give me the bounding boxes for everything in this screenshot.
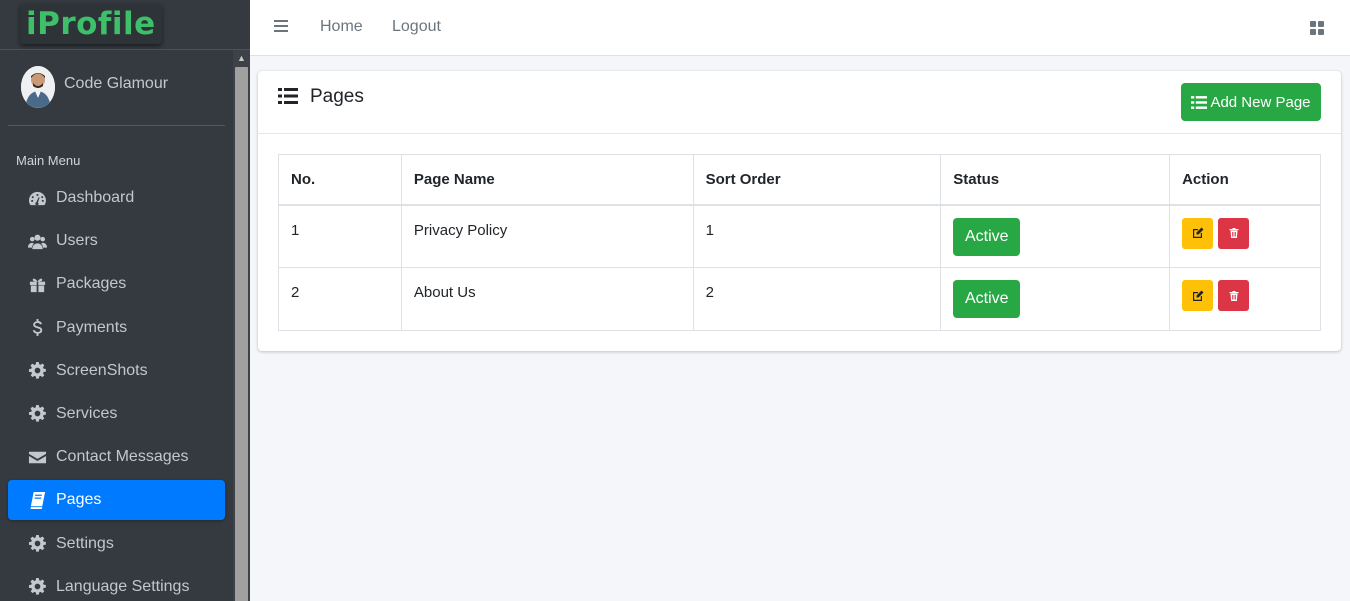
nav-link-home[interactable]: Home <box>320 18 363 36</box>
page-title: Pages <box>310 86 364 107</box>
cell-action <box>1169 267 1321 331</box>
cell-sort-order: 2 <box>692 267 942 331</box>
delete-button[interactable] <box>1218 280 1250 311</box>
trash-icon <box>1229 290 1239 301</box>
menu-header: Main Menu <box>16 153 81 168</box>
cell-status: Active <box>940 267 1171 331</box>
table-header-row: No. Page Name Sort Order Status Action <box>278 154 1321 206</box>
pages-table: No. Page Name Sort Order Status Action 1… <box>278 154 1321 331</box>
dashboard-icon <box>26 188 48 208</box>
delete-button[interactable] <box>1218 217 1250 249</box>
cell-no: 2 <box>278 267 402 331</box>
sidebar-item-users[interactable]: Users <box>8 221 225 261</box>
sidebar-item-label: Packages <box>56 275 127 293</box>
cell-sort-order: 1 <box>692 204 942 268</box>
sidebar-item-label: Settings <box>56 534 114 552</box>
user-name[interactable]: Code Glamour <box>64 75 168 93</box>
gift-icon <box>26 274 48 294</box>
scrollbar-thumb[interactable] <box>235 67 248 601</box>
sidebar-scrollbar[interactable]: ▲ <box>233 50 250 601</box>
gear-icon <box>26 577 48 597</box>
pages-card: Pages Add New Page No. Page Name Sort Or… <box>258 71 1341 351</box>
sidebar-item-label: Language Settings <box>56 577 190 595</box>
gear-icon <box>26 534 48 554</box>
sidebar-nav: Dashboard Users Packages Payments Screen… <box>8 178 225 601</box>
add-new-page-button[interactable]: Add New Page <box>1181 83 1321 121</box>
add-new-page-label: Add New Page <box>1210 93 1311 111</box>
menu-toggle-icon[interactable] <box>274 20 288 34</box>
sidebar-item-label: Users <box>56 232 98 250</box>
sidebar-item-services[interactable]: Services <box>8 394 225 434</box>
column-header: Page Name <box>400 154 694 206</box>
envelope-icon <box>26 447 48 467</box>
users-icon <box>26 231 48 251</box>
user-panel: Code Glamour <box>8 50 225 126</box>
edit-icon <box>1192 290 1204 301</box>
brand: iProfile <box>0 0 250 50</box>
cell-page-name: Privacy Policy <box>400 204 694 268</box>
list-icon <box>278 88 298 104</box>
list-icon <box>1191 95 1208 109</box>
sidebar-item-screenshots[interactable]: ScreenShots <box>8 351 225 391</box>
sidebar-item-pages[interactable]: Pages <box>8 480 225 521</box>
sidebar-item-packages[interactable]: Packages <box>8 264 225 304</box>
cell-status: Active <box>940 204 1171 268</box>
sidebar-item-label: Pages <box>56 491 102 509</box>
sidebar-item-label: Services <box>56 404 118 422</box>
brand-logo[interactable]: iProfile <box>20 4 162 44</box>
sidebar-item-label: Dashboard <box>56 189 135 206</box>
scroll-up-icon[interactable]: ▲ <box>233 50 250 66</box>
sidebar-item-settings[interactable]: Settings <box>8 524 225 564</box>
sidebar-item-payments[interactable]: Payments <box>8 308 225 348</box>
column-header: Action <box>1169 154 1321 206</box>
table-row: 2 About Us 2 Active <box>278 267 1321 331</box>
edit-button[interactable] <box>1182 217 1214 249</box>
sidebar-item-contact-messages[interactable]: Contact Messages <box>8 437 225 477</box>
top-navbar: Home Logout <box>250 0 1350 56</box>
sidebar-item-dashboard[interactable]: Dashboard <box>8 178 225 218</box>
trash-icon <box>1229 228 1239 238</box>
column-header: No. <box>278 154 402 206</box>
edit-button[interactable] <box>1182 280 1214 311</box>
sidebar-item-label: Payments <box>56 318 128 336</box>
edit-icon <box>1192 227 1204 238</box>
book-icon <box>26 490 48 510</box>
column-header: Sort Order <box>692 154 942 206</box>
status-button[interactable]: Active <box>953 280 1021 318</box>
sidebar-item-label: ScreenShots <box>56 361 148 379</box>
nav-link-logout[interactable]: Logout <box>392 18 441 36</box>
gear-icon <box>26 404 48 424</box>
dollar-icon <box>26 318 48 338</box>
avatar[interactable] <box>21 66 55 108</box>
cell-page-name: About Us <box>400 267 694 331</box>
cell-action <box>1169 204 1321 268</box>
sidebar-item-label: Contact Messages <box>56 448 189 466</box>
apps-grid-icon[interactable] <box>1310 21 1324 35</box>
sidebar-item-language-settings[interactable]: Language Settings <box>8 567 225 601</box>
card-header: Pages Add New Page <box>258 71 1341 134</box>
cell-no: 1 <box>278 204 402 268</box>
gear-icon <box>26 361 48 381</box>
status-button[interactable]: Active <box>953 217 1021 256</box>
sidebar: iProfile Code Glamour Main Menu Dashboar… <box>0 0 250 601</box>
column-header: Status <box>940 154 1171 206</box>
table-row: 1 Privacy Policy 1 Active <box>278 204 1321 268</box>
